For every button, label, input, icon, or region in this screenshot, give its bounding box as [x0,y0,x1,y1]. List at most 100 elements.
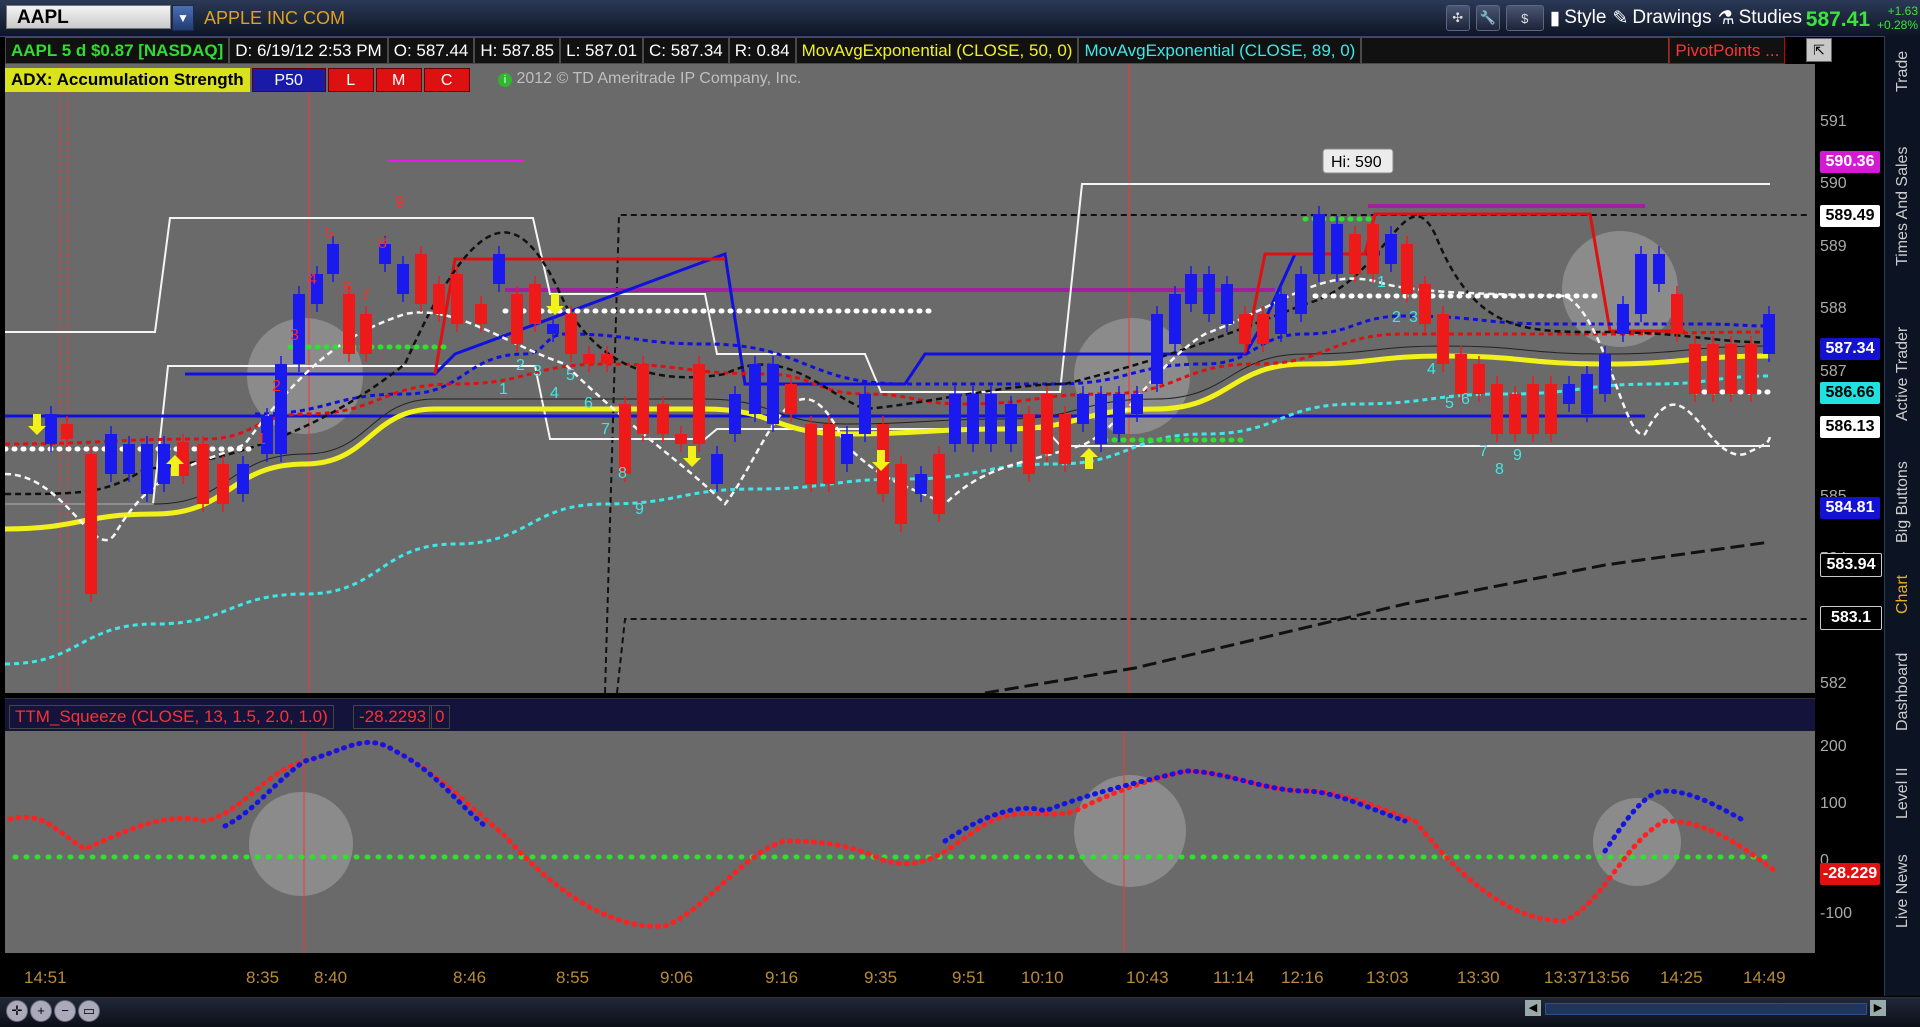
price-chart-svg: 1 2 3 4 5 6 7 8 9 1 2 3 4 5 6 7 8 9 1 2 … [5,64,1810,693]
count-label: 2 [1392,309,1401,326]
candle-body [841,434,853,464]
adx-label[interactable]: ADX: Accumulation Strength [5,68,250,92]
time-scrollbar[interactable] [1545,1003,1867,1015]
candle-body [1295,274,1307,314]
sidebar-tab-active-trader[interactable]: Active Trader [1885,306,1920,441]
pivot-s-line [616,618,1810,693]
drawings-menu[interactable]: ✎ Drawings [1612,7,1711,30]
study-ema89[interactable]: MovAvgExponential (CLOSE, 89, 0) [1078,37,1362,64]
sidebar-tab-trade[interactable]: Trade [1885,36,1920,106]
count-label: 3 [533,363,542,380]
candle-body [985,394,997,444]
currency-icon: $ [1521,10,1529,26]
time-tick-label: 13:30 [1457,968,1500,987]
highlight-circle [249,792,353,896]
bar-low: L: 587.01 [560,37,644,64]
candle-body [1671,294,1683,334]
bar-date: D: 6/19/12 2:53 PM [229,37,388,64]
last-price: 587.41 [1805,8,1870,31]
info-icon[interactable]: i [498,73,512,87]
pill-c[interactable]: C [423,68,470,92]
studies-menu[interactable]: ⚗ Studies [1718,7,1802,30]
squeeze-tick-label: -100 [1820,905,1853,922]
candle-body [1763,314,1775,354]
candle-body [1707,344,1719,394]
style-menu[interactable]: ▮ Style [1550,7,1607,30]
sidebar-tab-times-and-sales[interactable]: Times And Sales [1885,114,1920,299]
count-label: 7 [361,287,370,304]
count-label: 4 [550,385,559,402]
candle-body [657,404,669,434]
count-label: 2 [272,378,281,395]
time-tick-label: 10:10 [1021,968,1064,987]
copyright-text: 2012 © TD Ameritrade IP Company, Inc. [516,70,802,87]
sidebar-tab-live-news[interactable]: Live News [1885,841,1920,941]
count-label: 6 [343,279,352,296]
pill-m[interactable]: M [375,68,422,92]
wrench-icon[interactable]: 🔧 [1475,5,1500,31]
squeeze-title[interactable]: TTM_Squeeze (CLOSE, 13, 1.5, 2.0, 1.0) [9,705,334,729]
candle-body [217,464,229,504]
count-label: 6 [1461,391,1470,408]
sidebar-tab-chart[interactable]: Chart [1885,564,1920,624]
zoom-reset-icon[interactable]: ▭ [78,1000,100,1022]
candle-body [1653,254,1665,284]
candle-body [1419,284,1431,324]
squeeze-tick-label: 100 [1820,795,1847,812]
scroll-left-icon[interactable]: ◀ [1525,1000,1541,1016]
company-name: APPLE INC COM [204,8,346,28]
sidebar-tab-big-buttons[interactable]: Big Buttons [1885,446,1920,558]
count-label: 5 [325,225,334,242]
candle-body [45,414,57,444]
zoom-out-icon[interactable]: − [54,1000,76,1022]
pill-p50[interactable]: P50 [251,68,326,92]
count-label: 4 [308,271,317,288]
price-chart-area[interactable]: 1 2 3 4 5 6 7 8 9 1 2 3 4 5 6 7 8 9 1 2 … [5,64,1815,693]
study-hidden [1361,37,1670,64]
adx-bar: ADX: Accumulation Strength P50 L M C [5,68,470,92]
squeeze-zero: 0 [429,705,451,729]
candle-body [711,454,723,484]
count-label: 6 [584,395,593,412]
candle-body [451,274,463,324]
scroll-right-icon[interactable]: ▶ [1870,1000,1886,1016]
candle-body [1509,394,1521,434]
candle-body [1041,394,1053,454]
candle-body [1313,214,1325,274]
price-change: +1.63 +0.28% [1877,4,1918,32]
sidebar-tab-dashboard[interactable]: Dashboard [1885,636,1920,748]
candle-body [1367,224,1379,274]
symbol-dropdown-button[interactable]: ▼ [172,5,194,31]
candle-body [1131,394,1143,414]
time-tick-label: 8:40 [314,968,348,987]
crosshair-icon[interactable]: ✣ [1445,5,1470,31]
study-pivotpoints[interactable]: PivotPoints ... [1669,37,1786,64]
candle-body [915,474,927,494]
price-tag: 583.1 [1820,606,1882,630]
time-tick-label: 13:03 [1366,968,1409,987]
currency-button[interactable]: $ [1505,5,1544,31]
time-tick-label: 10:43 [1126,968,1169,987]
count-label: 1 [499,381,508,398]
count-label: 5 [566,367,575,384]
time-tick-label: 9:06 [660,968,694,987]
studies-icon: ⚗ [1717,7,1735,29]
study-ema50[interactable]: MovAvgExponential (CLOSE, 50, 0) [795,37,1079,64]
count-label: 3 [1409,309,1418,326]
candle-body [1581,374,1593,414]
pan-icon[interactable]: ✛ [6,1000,28,1022]
sidebar-tab-level-ii[interactable]: Level II [1885,754,1920,832]
candle-body [61,424,73,439]
squeeze-chart-area[interactable] [5,731,1815,953]
expand-icon[interactable]: ⇱ [1806,38,1832,62]
candle-body [933,454,945,514]
candle-body [1331,224,1343,274]
candle-body [967,394,979,444]
pill-l[interactable]: L [327,68,374,92]
change-abs: +1.63 [1887,4,1918,18]
time-tick-label: 8:46 [453,968,487,987]
zoom-in-icon[interactable]: + [30,1000,52,1022]
symbol-input[interactable]: AAPL [6,5,171,29]
squeeze-momentum-blue [222,740,1748,854]
candle-body [1349,234,1361,274]
